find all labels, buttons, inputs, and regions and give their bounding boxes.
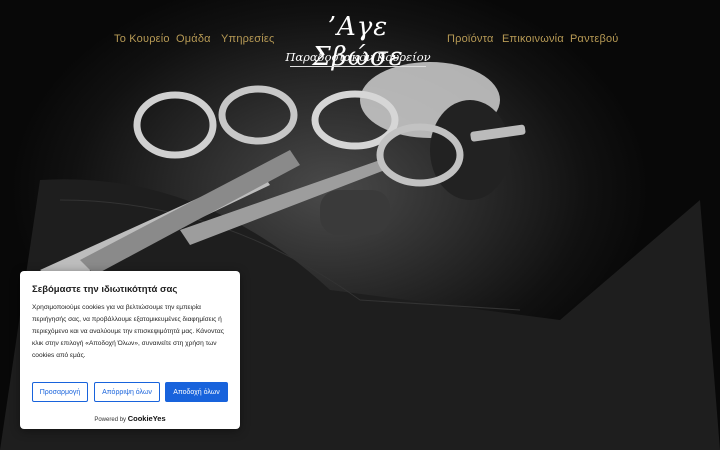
powered-by-label: Powered by — [94, 417, 127, 423]
nav-link-services[interactable]: Υπηρεσίες — [221, 33, 274, 45]
reject-all-button[interactable]: Απόρριψη όλων — [94, 382, 160, 402]
nav-link-barbershop[interactable]: Το Κουρείο — [114, 33, 170, 45]
accept-all-button[interactable]: Αποδοχή όλων — [165, 382, 228, 402]
nav-link-appointment[interactable]: Ραντεβού — [570, 33, 619, 45]
nav-link-contact[interactable]: Επικοινωνία — [502, 33, 564, 45]
customize-button[interactable]: Προσαρμογή — [32, 382, 88, 402]
cookie-banner-text: Χρησιμοποιούμε cookies για να βελτιώσουμ… — [32, 304, 224, 359]
logo-subtitle: Παραδοσιακόν Κουρείον — [285, 50, 431, 64]
powered-by: Powered by CookieYes — [20, 414, 240, 423]
site-logo[interactable]: ’Αγε Σβώσε Παραδοσιακόν Κουρείον — [278, 12, 438, 72]
nav-link-team[interactable]: Ομάδα — [176, 33, 211, 45]
nav-link-products[interactable]: Προϊόντα — [447, 33, 494, 45]
cookie-consent-banner: Σεβόμαστε την ιδιωτικότητά σας Χρησιμοπο… — [20, 271, 240, 429]
cookieyes-logo[interactable]: CookieYes — [128, 414, 166, 423]
top-navigation: Το Κουρείο Ομάδα Υπηρεσίες ’Αγε Σβώσε Πα… — [0, 0, 720, 80]
logo-underline — [290, 66, 426, 67]
cookie-banner-title: Σεβόμαστε την ιδιωτικότητά σας — [32, 284, 178, 295]
